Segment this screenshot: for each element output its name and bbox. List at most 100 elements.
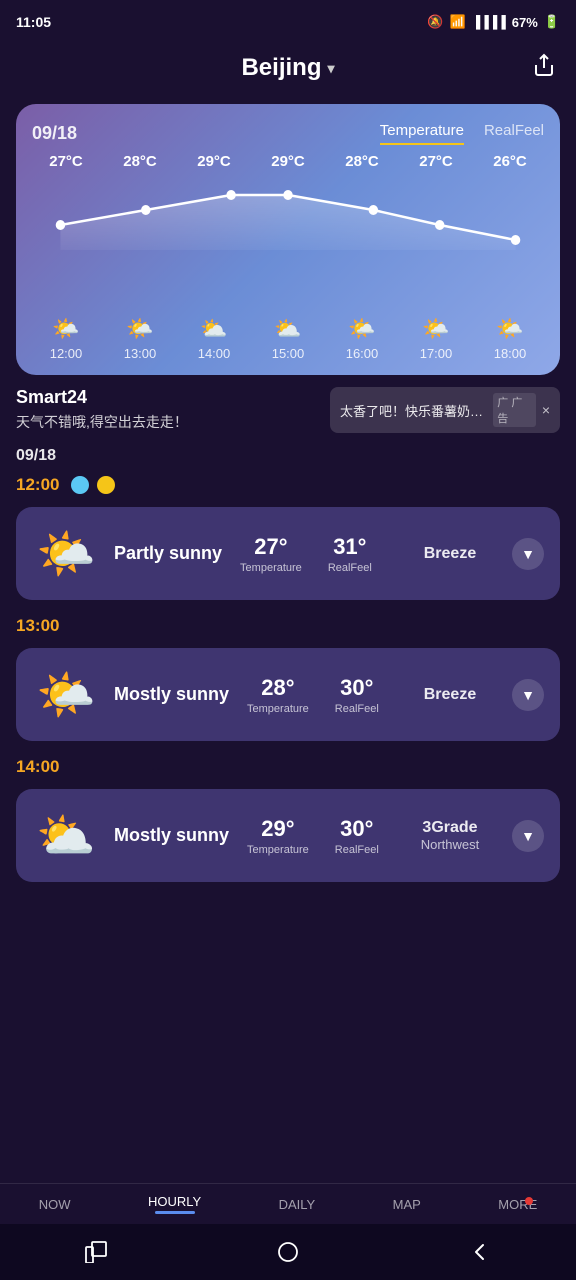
temp-4: 28°C: [332, 153, 392, 170]
time-row-1400: 14:00: [0, 753, 576, 785]
temp-val-1200: 27°: [254, 534, 287, 560]
rf-label-1400: RealFeel: [335, 844, 379, 856]
condition-1200: Partly sunny: [114, 542, 222, 565]
close-ad-button[interactable]: ×: [542, 402, 550, 418]
temp-block-1400: 29° Temperature: [247, 816, 309, 856]
weather-card-1300: 🌤️ Mostly sunny 28° Temperature 30° Real…: [16, 648, 560, 741]
wifi-icon: 📶: [450, 14, 466, 30]
wind-1200: Breeze: [410, 545, 490, 563]
temp-val-1400: 29°: [261, 816, 294, 842]
time-labels: 12:00 13:00 14:00 15:00 16:00 17:00 18:0…: [32, 346, 544, 361]
recent-apps-button[interactable]: [76, 1232, 116, 1272]
hourly-chart-card: 09/18 Temperature RealFeel 27°C 28°C 29°…: [16, 104, 560, 375]
temperature-line-chart: [32, 180, 544, 300]
rf-val-1200: 31°: [333, 534, 366, 560]
header: Beijing ▾: [0, 40, 576, 96]
tab-temperature[interactable]: Temperature: [380, 122, 464, 145]
icon-15: ⛅: [258, 316, 318, 342]
battery-icon: 🔋: [544, 14, 560, 30]
mostly-sunny-icon-1400: ⛅: [32, 807, 100, 864]
temp-2: 29°C: [184, 153, 244, 170]
time-1400: 14:00: [16, 757, 59, 777]
icon-17: 🌤️: [406, 316, 466, 342]
ad-tag: 广 广告: [493, 393, 536, 427]
time-5: 17:00: [406, 346, 466, 361]
wind-1300: Breeze: [410, 686, 490, 704]
tab-realfeel[interactable]: RealFeel: [484, 122, 544, 145]
temp-3: 29°C: [258, 153, 318, 170]
status-icons: 🔕 📶 ▐▐▐▐ 67% 🔋: [427, 14, 560, 30]
time-0: 12:00: [36, 346, 96, 361]
time-2: 14:00: [184, 346, 244, 361]
time-3: 15:00: [258, 346, 318, 361]
back-button[interactable]: [460, 1232, 500, 1272]
time-6: 18:00: [480, 346, 540, 361]
wind-1400: 3Grade Northwest: [410, 819, 490, 852]
nav-hourly[interactable]: HOURLY: [148, 1194, 201, 1214]
expand-1200[interactable]: ▼: [512, 538, 544, 570]
time-row-1200: 12:00: [0, 471, 576, 503]
mostly-sunny-icon-1300: 🌤️: [32, 666, 100, 723]
city-name: Beijing: [241, 54, 321, 82]
battery: 67%: [512, 15, 538, 30]
nav-now[interactable]: NOW: [39, 1197, 71, 1212]
nav-active-indicator: [155, 1211, 195, 1214]
rf-val-1300: 30°: [340, 675, 373, 701]
banner-left: Smart24 天气不错哦,得空出去走走！: [16, 387, 188, 432]
home-button[interactable]: [268, 1232, 308, 1272]
partly-sunny-icon: 🌤️: [32, 525, 100, 582]
time-1200: 12:00: [16, 475, 59, 495]
temp-label-1400: Temperature: [247, 844, 309, 856]
expand-1300[interactable]: ▼: [512, 679, 544, 711]
icon-12: 🌤️: [36, 316, 96, 342]
time-1: 13:00: [110, 346, 170, 361]
chart-header: 09/18 Temperature RealFeel: [32, 122, 544, 145]
yellow-dot: [97, 476, 115, 494]
icon-18: 🌤️: [480, 316, 540, 342]
banner-subtitle: 天气不错哦,得空出去走走！: [16, 412, 188, 432]
chevron-down-icon: ▾: [327, 60, 334, 77]
smart24-banner: Smart24 天气不错哦,得空出去走走！ 太香了吧！快乐番薯奶茶... 广 广…: [16, 387, 560, 433]
rf-label-1300: RealFeel: [335, 703, 379, 715]
temp-label-1300: Temperature: [247, 703, 309, 715]
temp-block-1200: 27° Temperature: [240, 534, 302, 574]
realfeel-block-1200: 31° RealFeel: [328, 534, 372, 574]
expand-1400[interactable]: ▼: [512, 820, 544, 852]
nav-more[interactable]: MORE: [498, 1197, 537, 1212]
weather-card-1400: ⛅ Mostly sunny 29° Temperature 30° RealF…: [16, 789, 560, 882]
time-1300: 13:00: [16, 616, 59, 636]
share-button[interactable]: [532, 53, 556, 83]
mute-icon: 🔕: [427, 14, 443, 30]
weather-card-1200: 🌤️ Partly sunny 27° Temperature 31° Real…: [16, 507, 560, 600]
ad-text: 太香了吧！快乐番薯奶茶...: [340, 401, 487, 420]
temp-label-1200: Temperature: [240, 562, 302, 574]
icon-14: ⛅: [184, 316, 244, 342]
icon-16: 🌤️: [332, 316, 392, 342]
nav-daily-label: DAILY: [279, 1197, 316, 1212]
blue-dot: [71, 476, 89, 494]
temp-6: 26°C: [480, 153, 540, 170]
weather-icons-row: 🌤️ 🌤️ ⛅ ⛅ 🌤️ 🌤️ 🌤️: [32, 308, 544, 346]
date-label: 09/18: [0, 433, 576, 471]
icon-13: 🌤️: [110, 316, 170, 342]
smart24-title: Smart24: [16, 387, 188, 408]
condition-1400: Mostly sunny: [114, 824, 229, 847]
bottom-nav: NOW HOURLY DAILY MAP MORE: [0, 1183, 576, 1220]
time-4: 16:00: [332, 346, 392, 361]
nav-daily[interactable]: DAILY: [279, 1197, 316, 1212]
condition-1300: Mostly sunny: [114, 683, 229, 706]
signal-icon: ▐▐▐▐: [472, 15, 506, 29]
nav-now-label: NOW: [39, 1197, 71, 1212]
chart-tabs: Temperature RealFeel: [380, 122, 544, 145]
temp-1: 28°C: [110, 153, 170, 170]
nav-map-label: MAP: [393, 1197, 421, 1212]
ad-banner[interactable]: 太香了吧！快乐番薯奶茶... 广 广告 ×: [330, 387, 560, 433]
time: 11:05: [16, 14, 51, 30]
temp-0: 27°C: [36, 153, 96, 170]
temp-5: 27°C: [406, 153, 466, 170]
city-selector[interactable]: Beijing ▾: [241, 54, 334, 82]
system-nav-bar: [0, 1224, 576, 1280]
time-row-1300: 13:00: [0, 612, 576, 644]
nav-hourly-label: HOURLY: [148, 1194, 201, 1209]
nav-map[interactable]: MAP: [393, 1197, 421, 1212]
